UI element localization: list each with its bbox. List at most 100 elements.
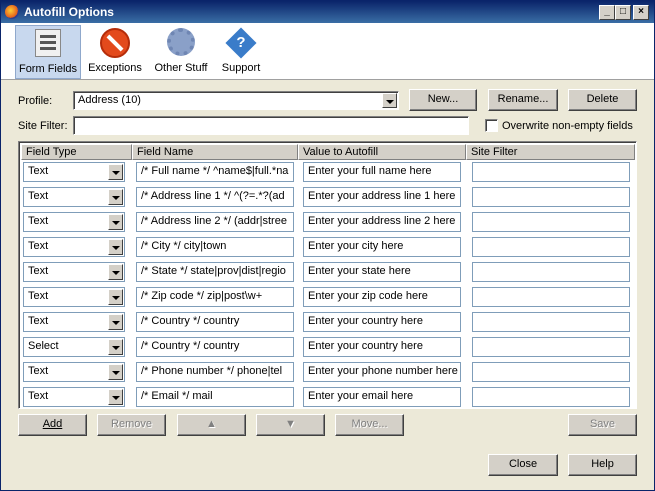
overwrite-checkbox[interactable] bbox=[485, 119, 498, 132]
field-name-input[interactable]: /* Email */ mail bbox=[136, 387, 294, 407]
field-type-select-text: Text bbox=[28, 315, 49, 327]
field-type-select-text: Text bbox=[28, 290, 49, 302]
row-site-filter-input[interactable] bbox=[472, 312, 630, 332]
minimize-button[interactable]: _ bbox=[599, 5, 615, 20]
field-type-select[interactable]: Text bbox=[23, 362, 125, 382]
row-site-filter-input[interactable] bbox=[472, 337, 630, 357]
field-type-select[interactable]: Text bbox=[23, 387, 125, 407]
profile-value: Address (10) bbox=[78, 94, 141, 106]
field-name-input-text: /* State */ state|prov|dist|regio bbox=[141, 265, 286, 277]
tab-other-stuff[interactable]: Other Stuff bbox=[149, 25, 213, 77]
add-button-label: Add bbox=[42, 418, 63, 430]
value-input[interactable]: Enter your address line 1 here bbox=[303, 187, 461, 207]
value-input-text: Enter your address line 1 here bbox=[308, 190, 456, 202]
field-name-input[interactable]: /* State */ state|prov|dist|regio bbox=[136, 262, 294, 282]
chevron-down-icon[interactable] bbox=[108, 164, 123, 180]
field-type-select[interactable]: Text bbox=[23, 312, 125, 332]
value-input[interactable]: Enter your email here bbox=[303, 387, 461, 407]
field-type-select-text: Text bbox=[28, 240, 49, 252]
help-button[interactable]: Help bbox=[568, 454, 637, 476]
autofill-options-window: Autofill Options _ □ × Form Fields Excep… bbox=[0, 0, 655, 491]
value-input[interactable]: Enter your state here bbox=[303, 262, 461, 282]
header-field-type[interactable]: Field Type bbox=[21, 144, 132, 160]
row-site-filter-input[interactable] bbox=[472, 362, 630, 382]
remove-button[interactable]: Remove bbox=[97, 414, 166, 436]
value-input[interactable]: Enter your zip code here bbox=[303, 287, 461, 307]
field-type-select[interactable]: Text bbox=[23, 212, 125, 232]
value-input[interactable]: Enter your country here bbox=[303, 312, 461, 332]
field-name-input-text: /* Country */ country bbox=[141, 315, 240, 327]
tab-support-label: Support bbox=[221, 62, 261, 74]
field-name-input[interactable]: /* Country */ country bbox=[136, 312, 294, 332]
value-input-text: Enter your zip code here bbox=[308, 290, 428, 302]
row-site-filter-input[interactable] bbox=[472, 162, 630, 182]
chevron-down-icon[interactable] bbox=[108, 239, 123, 255]
header-site-filter[interactable]: Site Filter bbox=[466, 144, 635, 160]
move-down-button[interactable]: ▼ bbox=[256, 414, 325, 436]
overwrite-label: Overwrite non-empty fields bbox=[502, 120, 633, 132]
field-type-select-text: Text bbox=[28, 190, 49, 202]
rename-profile-button[interactable]: Rename... bbox=[488, 89, 558, 111]
field-name-input-text: /* Address line 2 */ (addr|stree bbox=[141, 215, 287, 227]
field-name-input-text: /* Phone number */ phone|tel bbox=[141, 365, 283, 377]
row-site-filter-input[interactable] bbox=[472, 287, 630, 307]
close-button[interactable]: Close bbox=[488, 454, 558, 476]
value-input-text: Enter your email here bbox=[308, 390, 414, 402]
value-input[interactable]: Enter your phone number here bbox=[303, 362, 461, 382]
delete-profile-button[interactable]: Delete bbox=[568, 89, 637, 111]
value-input-text: Enter your country here bbox=[308, 315, 423, 327]
tab-exceptions[interactable]: Exceptions bbox=[83, 25, 147, 77]
add-button[interactable]: Add bbox=[18, 414, 87, 436]
field-type-select[interactable]: Text bbox=[23, 287, 125, 307]
chevron-down-icon[interactable] bbox=[108, 389, 123, 405]
value-input[interactable]: Enter your city here bbox=[303, 237, 461, 257]
field-name-input[interactable]: /* City */ city|town bbox=[136, 237, 294, 257]
tab-support[interactable]: ? Support bbox=[211, 25, 271, 77]
chevron-down-icon[interactable] bbox=[108, 289, 123, 305]
chevron-down-icon[interactable] bbox=[108, 339, 123, 355]
row-site-filter-input[interactable] bbox=[472, 237, 630, 257]
chevron-down-icon[interactable] bbox=[108, 214, 123, 230]
move-up-button[interactable]: ▲ bbox=[177, 414, 246, 436]
chevron-down-icon[interactable] bbox=[108, 189, 123, 205]
header-field-name[interactable]: Field Name bbox=[132, 144, 298, 160]
field-name-input[interactable]: /* Phone number */ phone|tel bbox=[136, 362, 294, 382]
help-icon: ? bbox=[225, 27, 257, 59]
value-input[interactable]: Enter your full name here bbox=[303, 162, 461, 182]
field-name-input[interactable]: /* Zip code */ zip|post\w+ bbox=[136, 287, 294, 307]
field-name-input[interactable]: /* Full name */ ^name$|full.*na bbox=[136, 162, 294, 182]
chevron-down-icon[interactable] bbox=[108, 314, 123, 330]
field-type-select[interactable]: Text bbox=[23, 162, 125, 182]
field-type-select[interactable]: Text bbox=[23, 262, 125, 282]
tab-form-fields[interactable]: Form Fields bbox=[15, 25, 81, 79]
field-type-select-text: Select bbox=[28, 340, 59, 352]
field-name-input[interactable]: /* Address line 1 */ ^(?=.*?(ad bbox=[136, 187, 294, 207]
row-site-filter-input[interactable] bbox=[472, 387, 630, 407]
row-site-filter-input[interactable] bbox=[472, 187, 630, 207]
row-site-filter-input[interactable] bbox=[472, 262, 630, 282]
field-name-input[interactable]: /* Address line 2 */ (addr|stree bbox=[136, 212, 294, 232]
value-input-text: Enter your country here bbox=[308, 340, 423, 352]
site-filter-input[interactable] bbox=[73, 116, 469, 135]
move-button[interactable]: Move... bbox=[335, 414, 404, 436]
firefox-icon bbox=[5, 5, 19, 19]
chevron-down-icon[interactable] bbox=[108, 364, 123, 380]
maximize-button[interactable]: □ bbox=[615, 5, 631, 20]
value-input-text: Enter your address line 2 here bbox=[308, 215, 456, 227]
save-button[interactable]: Save bbox=[568, 414, 637, 436]
field-type-select[interactable]: Text bbox=[23, 237, 125, 257]
chevron-down-icon[interactable] bbox=[108, 264, 123, 280]
site-filter-label: Site Filter: bbox=[18, 120, 68, 132]
field-type-select[interactable]: Select bbox=[23, 337, 125, 357]
row-site-filter-input[interactable] bbox=[472, 212, 630, 232]
field-type-select[interactable]: Text bbox=[23, 187, 125, 207]
toolbar: Form Fields Exceptions Other Stuff ? Sup… bbox=[1, 23, 654, 80]
field-name-input[interactable]: /* Country */ country bbox=[136, 337, 294, 357]
chevron-down-icon[interactable] bbox=[382, 93, 397, 108]
close-window-button[interactable]: × bbox=[633, 5, 649, 20]
header-value[interactable]: Value to Autofill bbox=[298, 144, 466, 160]
new-profile-button[interactable]: New... bbox=[409, 89, 477, 111]
value-input[interactable]: Enter your address line 2 here bbox=[303, 212, 461, 232]
profile-dropdown[interactable]: Address (10) bbox=[73, 91, 399, 110]
value-input[interactable]: Enter your country here bbox=[303, 337, 461, 357]
